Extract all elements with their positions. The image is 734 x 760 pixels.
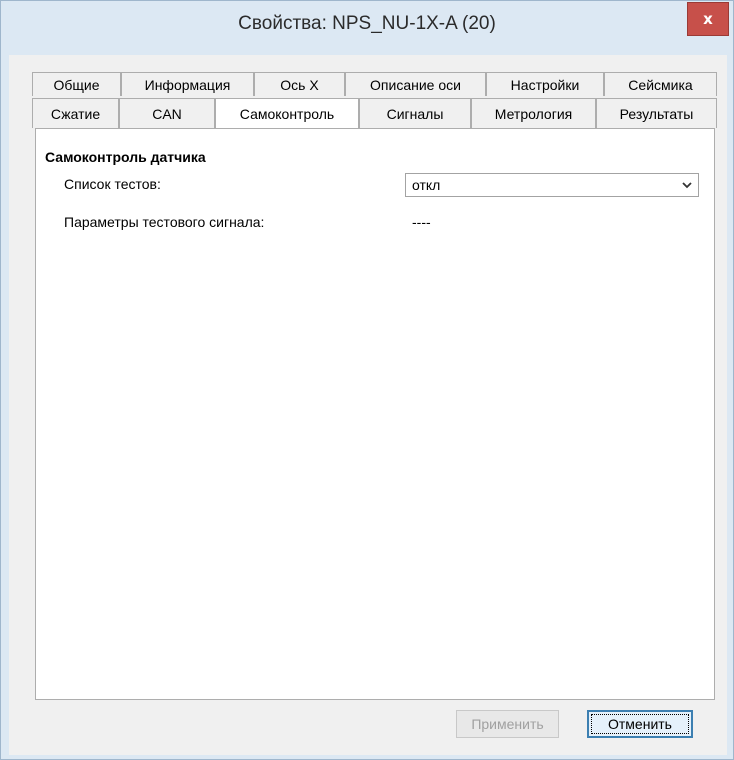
window-title: Свойства: NPS_NU-1X-A (20): [238, 13, 496, 34]
tab-panel-self-control: Самоконтроль датчика Список тестов: откл…: [35, 128, 715, 700]
tab-metrology[interactable]: Метрология: [471, 98, 596, 128]
tests-list-label: Список тестов:: [64, 176, 161, 192]
tab-can[interactable]: CAN: [119, 98, 215, 128]
title-bar[interactable]: Свойства: NPS_NU-1X-A (20) x: [1, 1, 733, 55]
tab-self-control[interactable]: Самоконтроль: [215, 98, 359, 128]
tab-axis-x[interactable]: Ось X: [254, 72, 345, 96]
tab-compression[interactable]: Сжатие: [32, 98, 119, 128]
tab-results[interactable]: Результаты: [596, 98, 717, 128]
focus-ring: [591, 714, 689, 734]
properties-dialog: Свойства: NPS_NU-1X-A (20) x Общие Инфор…: [0, 0, 734, 760]
tab-information[interactable]: Информация: [121, 72, 254, 96]
tab-settings[interactable]: Настройки: [486, 72, 604, 96]
tab-general[interactable]: Общие: [32, 72, 121, 96]
dialog-client-area: Общие Информация Ось X Описание оси Наст…: [9, 55, 727, 755]
cancel-button[interactable]: Отменить: [587, 710, 693, 738]
tab-seismic[interactable]: Сейсмика: [604, 72, 717, 96]
signal-params-label: Параметры тестового сигнала:: [64, 214, 265, 230]
close-button[interactable]: x: [687, 2, 729, 36]
close-icon: x: [703, 10, 713, 28]
group-title: Самоконтроль датчика: [45, 149, 206, 165]
tab-signals[interactable]: Сигналы: [359, 98, 471, 128]
tests-list-select[interactable]: откл: [405, 173, 699, 197]
chevron-down-icon: [682, 182, 692, 189]
signal-params-value: ----: [412, 214, 431, 230]
tests-list-value: откл: [412, 177, 441, 193]
tab-axis-description[interactable]: Описание оси: [345, 72, 486, 96]
apply-button[interactable]: Применить: [456, 710, 559, 738]
